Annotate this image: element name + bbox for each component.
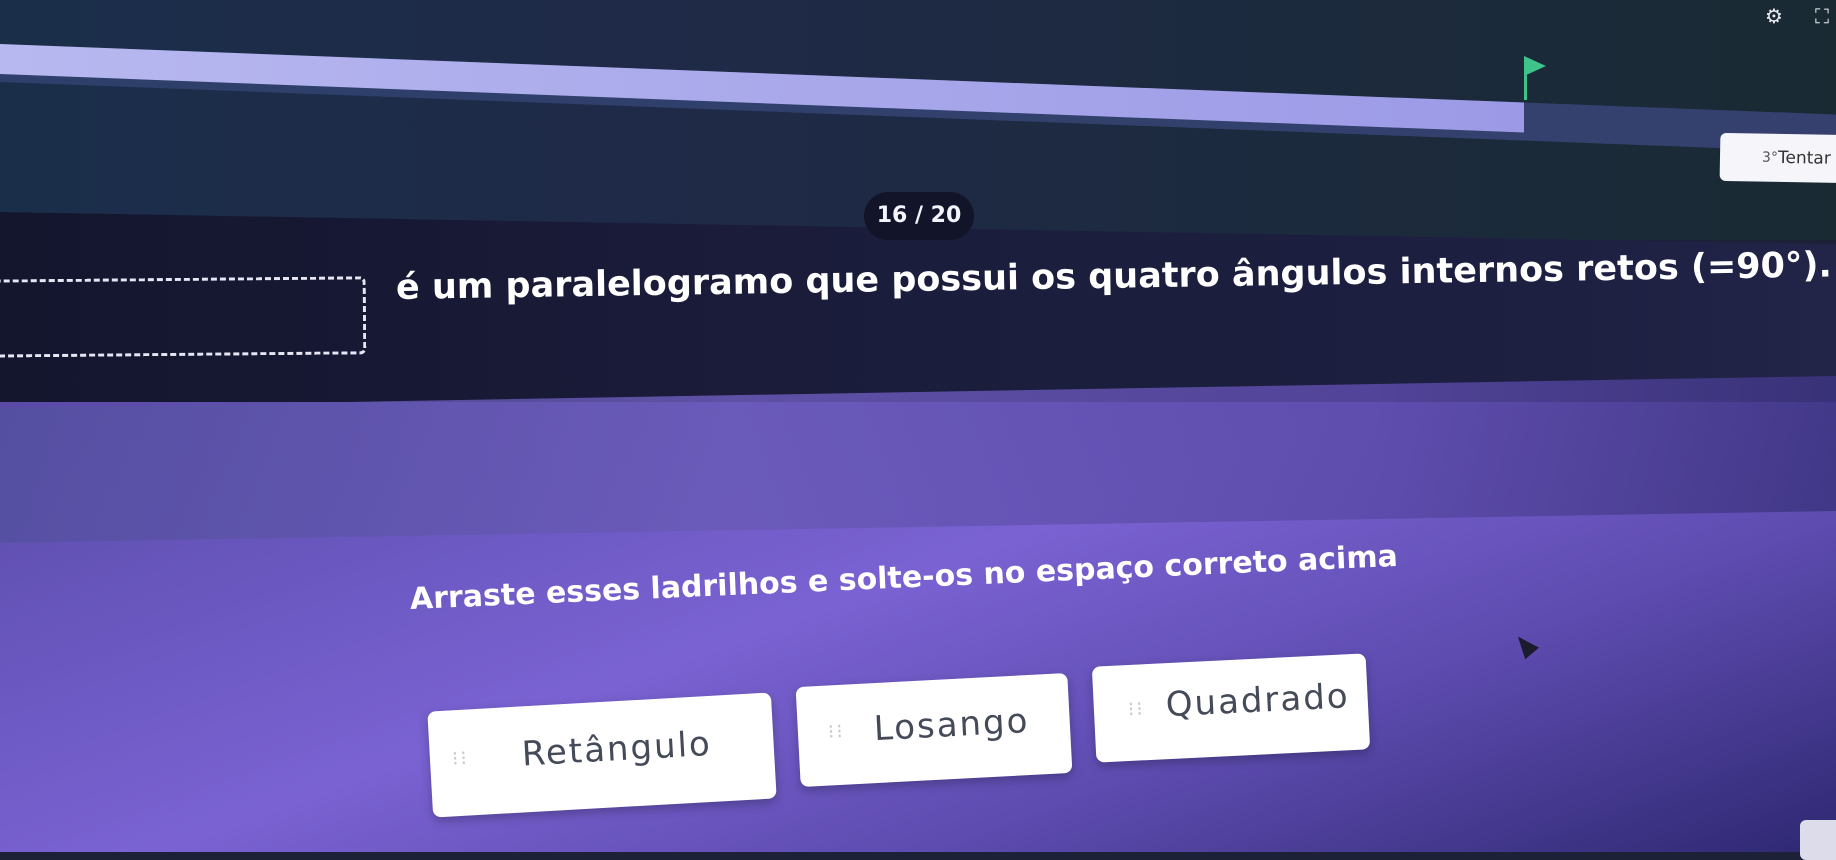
answer-drop-zone[interactable] bbox=[0, 276, 367, 358]
gear-icon[interactable]: ⚙ bbox=[1762, 4, 1786, 28]
finish-flag-icon bbox=[1524, 56, 1546, 76]
tile-label: Retângulo bbox=[520, 723, 713, 775]
drag-handle-icon: ⁝⁝ bbox=[827, 718, 846, 744]
retry-label: Tentar bbox=[1777, 147, 1831, 169]
tile-losango[interactable]: ⁝⁝ Losango bbox=[795, 672, 1073, 788]
tile-label: Losango bbox=[872, 701, 1031, 750]
tile-retangulo[interactable]: ⁝⁝ Retângulo bbox=[427, 692, 777, 818]
fullscreen-icon[interactable]: ⛶ bbox=[1810, 4, 1834, 28]
retry-button[interactable]: 3° Tentar bbox=[1719, 132, 1836, 184]
drag-handle-icon: ⁝⁝ bbox=[451, 745, 470, 771]
question-counter: 16 / 20 bbox=[864, 192, 974, 240]
tile-label: Quadrado bbox=[1164, 676, 1351, 726]
corner-button[interactable] bbox=[1800, 820, 1836, 860]
tile-quadrado[interactable]: ⁝⁝ Quadrado bbox=[1091, 653, 1371, 763]
retry-icon: 3° bbox=[1761, 149, 1779, 166]
drag-handle-icon: ⁝⁝ bbox=[1127, 696, 1146, 722]
